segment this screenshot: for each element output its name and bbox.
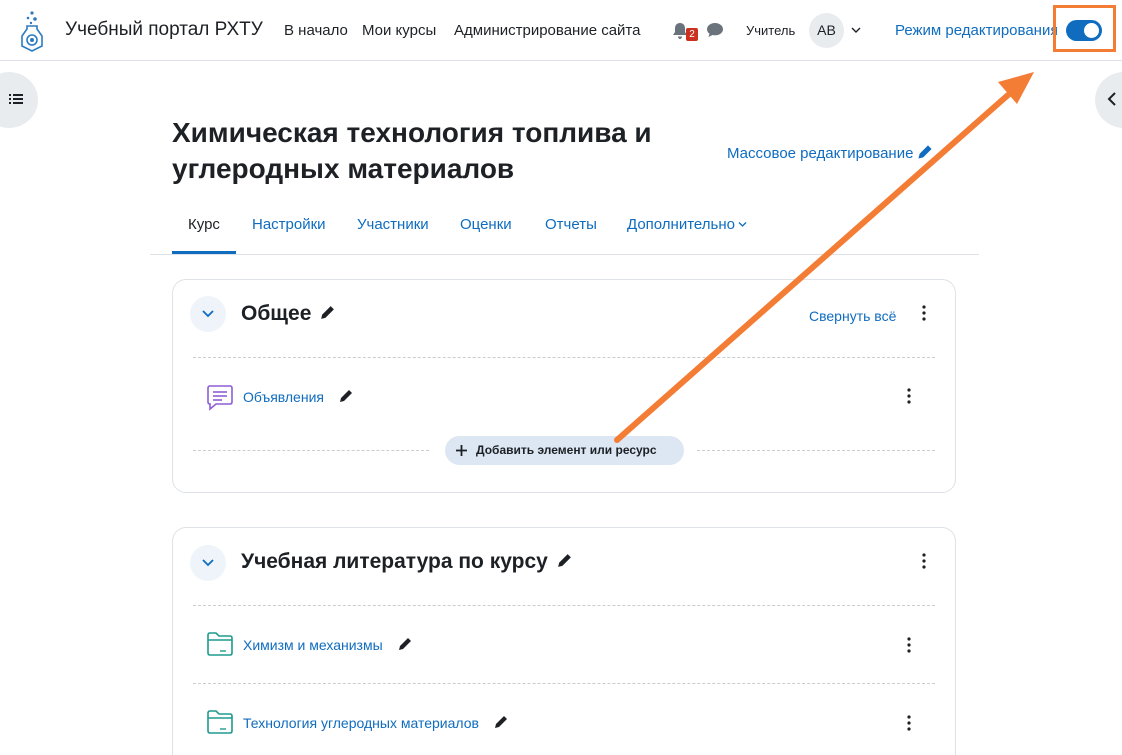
active-tab-indicator <box>172 251 236 254</box>
activity-name-text: Объявления <box>243 389 324 405</box>
nav-my-courses-link[interactable]: Мои курсы <box>362 22 436 39</box>
section-title: Общее <box>241 302 336 326</box>
block-drawer-button[interactable] <box>1095 72 1122 128</box>
add-activity-label: Добавить элемент или ресурс <box>476 443 657 457</box>
divider <box>193 605 935 606</box>
chevron-down-icon[interactable] <box>851 26 861 34</box>
activity-link-announcements[interactable]: Объявления <box>243 388 354 405</box>
site-name[interactable]: Учебный портал РХТУ <box>65 19 263 41</box>
divider-right <box>697 450 935 451</box>
top-navbar: Учебный портал РХТУ В начало Мои курсы А… <box>0 0 1122 61</box>
divider-left <box>193 450 429 451</box>
course-title: Химическая технология топлива и углеродн… <box>172 117 652 184</box>
more-options-icon[interactable] <box>904 637 914 653</box>
edit-mode-label: Режим редактирования <box>895 22 1057 39</box>
activity-link-chemistry-mechanisms[interactable]: Химизм и механизмы <box>243 636 413 653</box>
nav-site-admin-link[interactable]: Администрирование сайта <box>454 22 640 39</box>
section-collapse-button[interactable] <box>190 296 226 332</box>
tab-participants[interactable]: Участники <box>357 216 429 233</box>
divider <box>193 357 935 358</box>
more-options-icon[interactable] <box>904 715 914 731</box>
pencil-icon[interactable] <box>397 636 413 652</box>
pencil-icon[interactable] <box>319 304 336 321</box>
more-options-icon[interactable] <box>904 388 914 404</box>
section-title-text: Учебная литература по курсу <box>241 550 548 573</box>
user-avatar[interactable]: АВ <box>809 13 844 48</box>
add-activity-button[interactable]: Добавить элемент или ресурс <box>445 436 684 465</box>
collapse-all-link[interactable]: Свернуть всё <box>809 308 896 324</box>
list-icon <box>9 94 23 104</box>
forum-icon <box>207 385 233 411</box>
chevron-down-icon <box>202 559 214 567</box>
pencil-icon[interactable] <box>556 552 573 569</box>
more-options-icon[interactable] <box>919 305 929 321</box>
pencil-icon[interactable] <box>493 714 509 730</box>
activity-name-text: Химизм и механизмы <box>243 637 383 653</box>
chevron-left-icon <box>1107 92 1116 106</box>
activity-link-carbon-materials[interactable]: Технология углеродных материалов <box>243 714 509 731</box>
course-tabs: Курс Настройки Участники Оценки Отчеты Д… <box>150 206 979 255</box>
divider <box>193 683 935 684</box>
section-general: Общее Свернуть всё Объявления Добавить э… <box>172 279 956 493</box>
pencil-icon[interactable] <box>338 388 354 404</box>
chevron-down-icon <box>202 310 214 318</box>
notification-count-badge: 2 <box>686 28 698 41</box>
nav-home-link[interactable]: В начало <box>284 22 348 39</box>
rhtu-logo-icon[interactable] <box>18 10 46 52</box>
section-title: Учебная литература по курсу <box>241 550 573 574</box>
tab-reports[interactable]: Отчеты <box>545 216 597 233</box>
tab-more[interactable]: Дополнительно <box>627 216 747 233</box>
bulk-edit-label: Массовое редактирование <box>727 145 914 162</box>
activity-name-text: Технология углеродных материалов <box>243 715 479 731</box>
tab-more-label: Дополнительно <box>627 216 735 233</box>
section-title-text: Общее <box>241 302 312 325</box>
more-options-icon[interactable] <box>919 553 929 569</box>
user-role-label: Учитель <box>746 23 796 38</box>
section-collapse-button[interactable] <box>190 545 226 581</box>
tab-settings[interactable]: Настройки <box>252 216 326 233</box>
pencil-icon <box>918 145 933 159</box>
chat-icon[interactable] <box>706 22 724 38</box>
annotation-highlight-box <box>1053 5 1116 52</box>
folder-icon <box>207 710 233 734</box>
bulk-edit-link[interactable]: Массовое редактирование <box>727 144 933 162</box>
plus-icon <box>456 445 467 456</box>
chevron-down-icon <box>738 222 747 227</box>
folder-icon <box>207 632 233 656</box>
tab-grades[interactable]: Оценки <box>460 216 512 233</box>
section-literature: Учебная литература по курсу Химизм и мех… <box>172 527 956 755</box>
course-index-drawer-button[interactable] <box>0 72 38 128</box>
tab-course[interactable]: Курс <box>188 216 220 233</box>
